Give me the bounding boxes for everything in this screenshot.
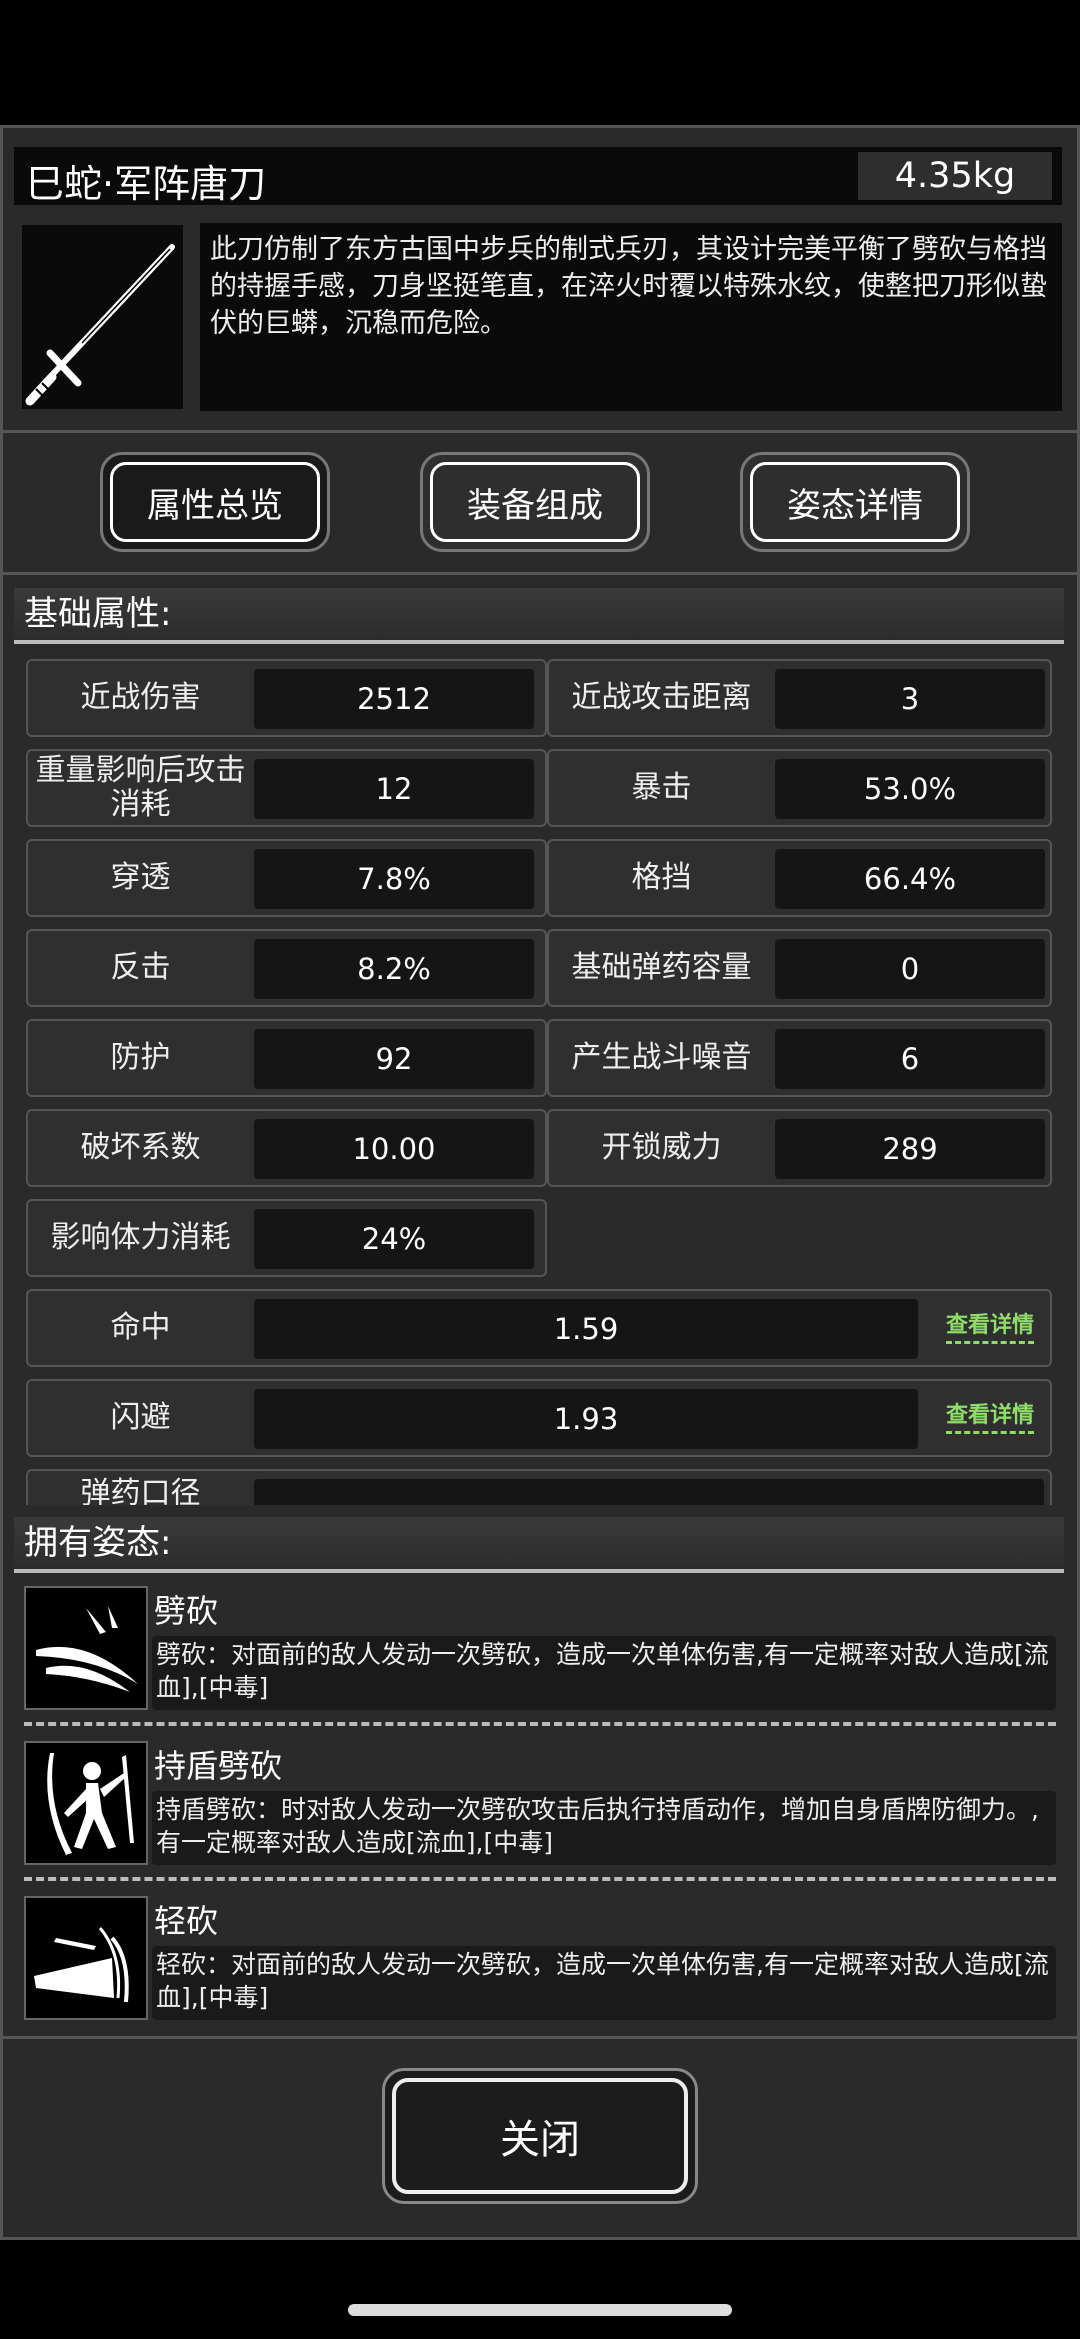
evasion-detail-link[interactable]: 查看详情 [945,1397,1034,1434]
stat-label: 破坏系数 [80,1130,201,1165]
divider [0,430,1080,433]
item-weight: 4.35kg [858,152,1052,200]
basic-stats-list[interactable]: 近战伤害 2512 近战攻击距离 3 重量影响后攻击消耗 12 暴击 53.0% 穿透 7… [14,650,1064,1505]
stance-description: 劈砍：对面前的敌人发动一次劈砍，造成一次单体伤害,有一定概率对敌人造成[流血],… [152,1636,1056,1710]
stat-label: 暴击 [631,770,692,805]
tab-stance-label: 姿态详情 [787,485,923,526]
stance-item[interactable]: 劈砍 劈砍：对面前的敌人发动一次劈砍，造成一次单体伤害,有一定概率对敌人造成[流… [24,1586,1056,1714]
slash-icon [24,1586,148,1710]
tab-equipment[interactable]: 装备组成 [420,452,650,552]
stat-value: 2512 [254,669,534,729]
stat-value: 7.8% [254,849,534,909]
stat-label: 穿透 [110,860,171,895]
tab-overview[interactable]: 属性总览 [100,452,330,552]
stat-value: 24% [254,1209,534,1269]
close-button[interactable]: 关闭 [382,2068,698,2204]
accuracy-detail-link[interactable]: 查看详情 [945,1307,1034,1344]
item-description: 此刀仿制了东方古国中步兵的制式兵刃，其设计完美平衡了劈砍与格挡的持握手感，刀身坚… [200,223,1062,411]
stat-melee-damage: 近战伤害 2512 [26,659,547,737]
stances-header: 拥有姿态: [14,1517,1064,1573]
stat-counter: 反击 8.2% [26,929,547,1007]
stat-attack-cost: 重量影响后攻击消耗 12 [26,749,547,827]
stat-label: 反击 [110,950,171,985]
stat-penetration: 穿透 7.8% [26,839,547,917]
divider [24,1722,1056,1726]
stat-value [254,1479,1044,1505]
stat-value: 92 [254,1029,534,1089]
stat-label: 近战伤害 [80,680,201,715]
stance-description: 轻砍：对面前的敌人发动一次劈砍，造成一次单体伤害,有一定概率对敌人造成[流血],… [152,1946,1056,2020]
tab-equipment-label: 装备组成 [467,485,603,526]
divider [24,1877,1056,1881]
stat-label: 格挡 [631,860,692,895]
stat-label: 重量影响后攻击消耗 [35,753,246,822]
stat-stamina-cost: 影响体力消耗 24% [26,1199,547,1277]
stat-label: 命中 [110,1310,171,1345]
stat-combat-noise: 产生战斗噪音 6 [547,1019,1052,1097]
stat-value: 53.0% [775,759,1045,819]
stance-item[interactable]: 持盾劈砍 持盾劈砍：时对敌人发动一次劈砍攻击后执行持盾动作，增加自身盾牌防御力。… [24,1741,1056,1869]
home-indicator[interactable] [348,2304,732,2316]
stat-accuracy: 命中 1.59 查看详情 [26,1289,1052,1367]
stat-melee-range: 近战攻击距离 3 [547,659,1052,737]
stat-value: 12 [254,759,534,819]
stance-name: 轻砍 [154,1902,219,1940]
stat-value: 289 [775,1119,1045,1179]
stat-label: 开锁威力 [601,1130,722,1165]
item-title: 巳蛇·军阵唐刀 [26,162,267,206]
stat-lockpick-power: 开锁威力 289 [547,1109,1052,1187]
basic-stats-header: 基础属性: [14,588,1064,644]
stat-value: 1.93 [254,1389,918,1449]
stance-description: 持盾劈砍：时对敌人发动一次劈砍攻击后执行持盾动作，增加自身盾牌防御力。,有一定概… [152,1791,1056,1865]
item-header: 巳蛇·军阵唐刀 4.35kg [14,147,1062,206]
stance-item[interactable]: 轻砍 轻砍：对面前的敌人发动一次劈砍，造成一次单体伤害,有一定概率对敌人造成[流… [24,1896,1056,2024]
divider [0,2036,1080,2039]
stat-value: 3 [775,669,1045,729]
stance-name: 持盾劈砍 [154,1747,283,1785]
stat-critical: 暴击 53.0% [547,749,1052,827]
tab-overview-label: 属性总览 [147,485,283,526]
stat-value: 6 [775,1029,1045,1089]
close-button-label: 关闭 [500,2117,580,2163]
stat-value: 10.00 [254,1119,534,1179]
stat-label: 近战攻击距离 [571,680,752,715]
stat-value: 1.59 [254,1299,918,1359]
stat-value: 66.4% [775,849,1045,909]
stat-label: 基础弹药容量 [571,950,752,985]
stat-label: 产生战斗噪音 [571,1040,752,1075]
stat-protection: 防护 92 [26,1019,547,1097]
tab-stance[interactable]: 姿态详情 [740,452,970,552]
stat-block: 格挡 66.4% [547,839,1052,917]
shield-slash-icon [24,1741,148,1865]
sword-icon [20,223,185,411]
stance-name: 劈砍 [154,1592,219,1630]
light-slash-icon [24,1896,148,2020]
stat-destruction: 破坏系数 10.00 [26,1109,547,1187]
stat-label: 影响体力消耗 [50,1220,231,1255]
stat-label: 闪避 [110,1400,171,1435]
stat-label: 防护 [110,1040,171,1075]
stat-value: 8.2% [254,939,534,999]
stat-ammo-capacity: 基础弹药容量 0 [547,929,1052,1007]
stat-label: 弹药口径 [80,1476,201,1506]
divider [0,572,1080,575]
stat-value: 0 [775,939,1045,999]
stat-evasion: 闪避 1.93 查看详情 [26,1379,1052,1457]
stat-ammo-caliber: 弹药口径 [26,1469,1052,1505]
